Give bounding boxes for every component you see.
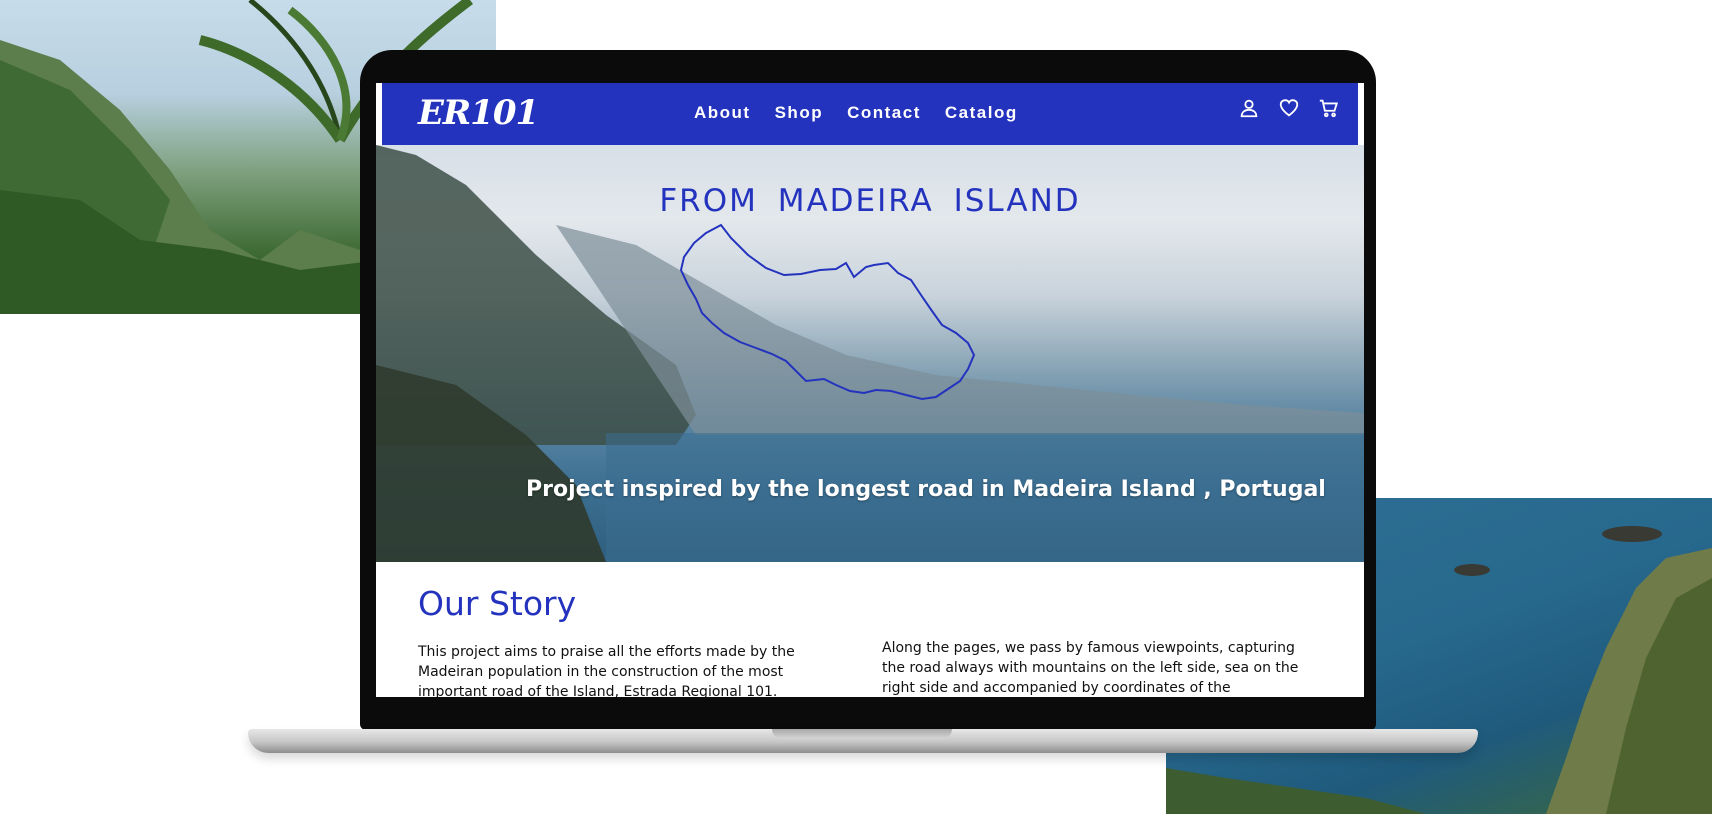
nav-link-catalog[interactable]: Catalog (945, 103, 1018, 123)
story-text-right: Along the pages, we pass by famous viewp… (882, 640, 1299, 696)
heart-icon[interactable] (1278, 97, 1300, 119)
user-icon[interactable] (1238, 97, 1260, 119)
hero-section: FROM MADEIRA ISLAND Project inspired by … (376, 145, 1364, 562)
laptop-screen: ER101 About Shop Contact Catalog FROM MA… (376, 83, 1364, 697)
laptop-notch (772, 729, 952, 739)
story-title: Our Story (418, 584, 577, 623)
our-story-section: Our Story This project aims to praise al… (376, 562, 1364, 697)
site-navbar: ER101 About Shop Contact Catalog (382, 83, 1358, 145)
nav-link-shop[interactable]: Shop (775, 103, 824, 123)
hero-tagline: Project inspired by the longest road in … (526, 477, 1326, 502)
site-logo[interactable]: ER101 (418, 93, 539, 133)
cart-icon[interactable] (1318, 97, 1340, 119)
story-text-left: This project aims to praise all the effo… (418, 644, 795, 697)
nav-link-about[interactable]: About (694, 103, 751, 123)
nav-links: About Shop Contact Catalog (694, 103, 1018, 123)
nav-link-contact[interactable]: Contact (847, 103, 921, 123)
nav-icons (1238, 97, 1340, 119)
